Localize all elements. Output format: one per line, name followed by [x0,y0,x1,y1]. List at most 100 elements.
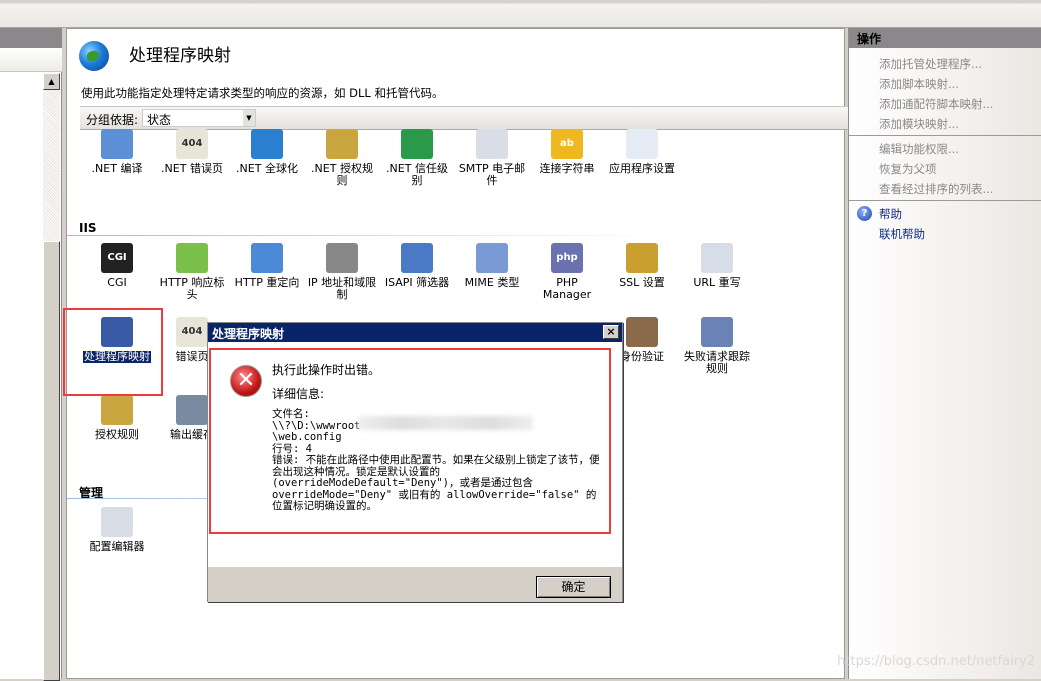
feature-label: HTTP 重定向 [234,276,300,289]
output-cache-icon [176,395,208,425]
connections-toolbar [0,48,62,72]
php-icon: php [551,243,583,273]
error-page-icon: 404 [176,129,208,159]
page-title: 处理程序映射 [129,46,231,66]
ip-restrict-icon [326,243,358,273]
divider [849,135,1041,136]
feature-label: 失败请求跟踪规则 [684,350,750,375]
feature-item[interactable]: .NET 授权规则 [305,129,379,187]
action-add-wildcard-script-map[interactable]: 添加通配符脚本映射... [879,96,993,112]
feature-item[interactable]: 授权规则 [80,395,154,441]
feature-label: SSL 设置 [619,276,665,289]
trust-globe-icon [401,129,433,159]
filter-icon [401,243,433,273]
feature-label: .NET 错误页 [161,162,223,175]
feature-item[interactable]: IP 地址和域限制 [305,243,379,301]
cgi-icon: CGI [101,243,133,273]
redirect-icon [251,243,283,273]
feature-label: 连接字符串 [539,162,595,175]
lock-list-icon [101,395,133,425]
url-rewrite-icon [701,243,733,273]
feature-label: MIME 类型 [464,276,520,289]
feature-item[interactable]: php PHP Manager [530,243,604,301]
scroll-thumb[interactable] [43,241,60,681]
feature-label: IP 地址和域限制 [307,276,377,301]
feature-label: .NET 授权规则 [311,162,373,187]
feature-item[interactable]: CGI CGI [80,243,154,289]
feature-item[interactable]: .NET 信任级别 [380,129,454,187]
highlight-box [63,308,163,396]
feature-item[interactable]: 失败请求跟踪规则 [680,317,754,375]
feature-label: 授权规则 [95,428,139,441]
dialog-footer: 确定 [208,567,622,602]
feature-label: 应用程序设置 [609,162,675,175]
config-editor-icon [101,507,133,537]
dialog-titlebar: 处理程序映射 × [208,323,622,342]
feature-item[interactable]: HTTP 响应标头 [155,243,229,301]
group-by-select[interactable]: 状态 ▼ [142,109,256,127]
feature-label: .NET 信任级别 [386,162,448,187]
divider [849,200,1041,201]
section-iis: IIS [67,221,799,236]
feature-label: 身份验证 [620,350,664,363]
action-help[interactable]: 帮助 [879,206,902,222]
connections-header [0,28,62,48]
ok-button[interactable]: 确定 [536,576,611,598]
feature-item[interactable]: ISAPI 筛选器 [380,243,454,289]
scroll-up-button[interactable]: ▲ [43,73,60,90]
feature-label: HTTP 响应标头 [159,276,225,301]
group-by-bar: 分组依据: 状态 ▼ [80,106,859,130]
chevron-down-icon[interactable]: ▼ [243,110,255,126]
globe-icon [251,129,283,159]
feature-item[interactable]: 404 .NET 错误页 [155,129,229,175]
feature-item[interactable]: .NET 编译 [80,129,154,175]
watermark: https://blog.csdn.net/netfairy2 [837,654,1035,669]
feature-label: ISAPI 筛选器 [384,276,450,289]
actions-header: 操作 [849,28,1041,48]
feature-item[interactable]: .NET 全球化 [230,129,304,175]
feature-label: .NET 全球化 [236,162,298,175]
feature-label: .NET 编译 [91,162,143,175]
feature-label: URL 重写 [693,276,741,289]
mime-icon [476,243,508,273]
page-description: 使用此功能指定处理特定请求类型的响应的资源，如 DLL 和托管代码。 [81,86,444,100]
action-add-managed-handler[interactable]: 添加托管处理程序... [879,56,982,72]
feature-item[interactable]: SSL 设置 [605,243,679,289]
globe-icon [79,41,109,71]
http-headers-icon [176,243,208,273]
feature-item[interactable]: SMTP 电子邮件 [455,129,529,187]
action-add-script-map[interactable]: 添加脚本映射... [879,76,959,92]
feature-label: SMTP 电子邮件 [458,162,526,187]
feature-item[interactable]: 应用程序设置 [605,129,679,175]
action-revert-to-parent[interactable]: 恢复为父项 [879,161,937,177]
tree-scrollbar[interactable]: ▲ [43,73,60,681]
top-bar [0,0,1041,28]
feature-item[interactable]: 配置编辑器 [80,507,154,553]
close-button[interactable]: × [603,325,619,339]
help-icon[interactable]: ? [857,206,872,221]
feature-label: 错误页 [175,350,209,363]
feature-label: CGI [107,276,127,289]
authentication-icon [626,317,658,347]
email-icon [476,129,508,159]
action-edit-permissions[interactable]: 编辑功能权限... [879,141,959,157]
feature-item[interactable]: URL 重写 [680,243,754,289]
feature-label: 配置编辑器 [89,540,145,553]
dotnet-compile-icon [101,129,133,159]
checklist-icon [626,129,658,159]
feature-item[interactable]: HTTP 重定向 [230,243,304,289]
padlock-icon [626,243,658,273]
action-online-help[interactable]: 联机帮助 [879,226,925,242]
group-by-label: 分组依据: [86,113,139,127]
highlight-box [209,348,611,534]
action-add-module-map[interactable]: 添加模块映射... [879,116,959,132]
feature-item[interactable]: MIME 类型 [455,243,529,289]
dialog-title: 处理程序映射 [212,327,285,341]
actions-pane: 操作 添加托管处理程序... 添加脚本映射... 添加通配符脚本映射... 添加… [848,28,1041,679]
connections-pane: ▲ [0,28,62,681]
error-page-icon: 404 [176,317,208,347]
lock-list-icon [326,129,358,159]
feature-label: PHP Manager [542,276,592,301]
feature-item[interactable]: ab 连接字符串 [530,129,604,175]
action-view-ordered-list[interactable]: 查看经过排序的列表... [879,181,993,197]
